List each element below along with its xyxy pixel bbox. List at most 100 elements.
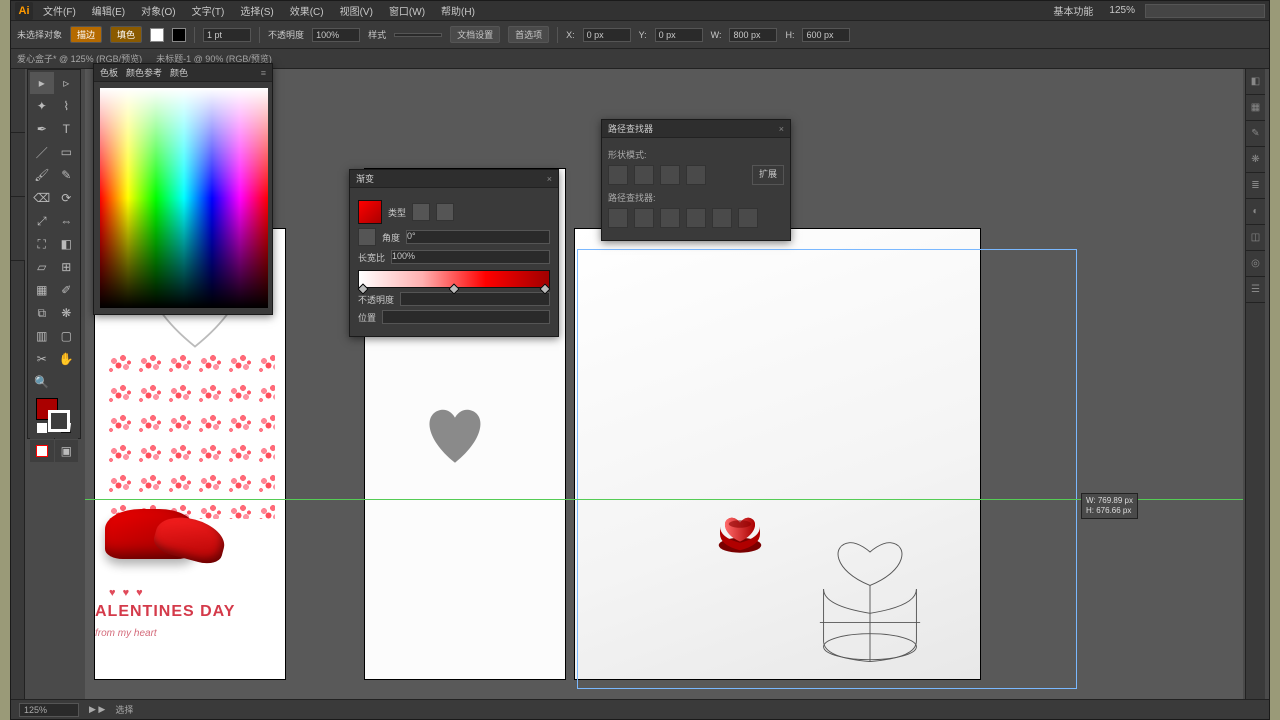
angle-field[interactable]: 0°	[406, 230, 550, 244]
dock-symbols-icon[interactable]: ❋	[1246, 147, 1265, 173]
zoom-tool[interactable]: 🔍	[30, 371, 54, 393]
fill-stroke-control[interactable]	[30, 394, 78, 440]
minus-back-icon[interactable]	[738, 208, 758, 228]
right-dock[interactable]: ◧ ▦ ✎ ❋ ≣ ◐ ◫ ◎ ☰	[1245, 69, 1265, 699]
close-icon[interactable]: ×	[779, 124, 784, 134]
outline-icon[interactable]	[712, 208, 732, 228]
expand-button[interactable]: 扩展	[752, 165, 784, 185]
rotate-tool[interactable]: ⟳	[55, 187, 79, 209]
menu-select[interactable]: 选择(S)	[234, 1, 279, 20]
dock-brushes-icon[interactable]: ✎	[1246, 121, 1265, 147]
paintbrush-tool[interactable]: 🖌	[30, 164, 54, 186]
lasso-tool[interactable]: ⌇	[55, 95, 79, 117]
menu-help[interactable]: 帮助(H)	[435, 1, 481, 20]
artboard-tool[interactable]: ▢	[55, 325, 79, 347]
pen-tool[interactable]: ✒	[30, 118, 54, 140]
color-panel[interactable]: 色板 颜色参考 颜色 ≡	[93, 63, 273, 315]
zoom-display[interactable]: 125%	[1103, 3, 1141, 18]
stop-opacity-field[interactable]	[400, 292, 550, 306]
slice-tool[interactable]: ✂	[30, 348, 54, 370]
magic-wand-tool[interactable]: ✦	[30, 95, 54, 117]
stroke-color[interactable]	[48, 410, 70, 432]
rectangle-tool[interactable]: ▭	[55, 141, 79, 163]
menu-object[interactable]: 对象(O)	[135, 1, 181, 20]
line-tool[interactable]: ／	[30, 141, 54, 163]
direct-selection-tool[interactable]: ▹	[55, 72, 79, 94]
dock-swatches-icon[interactable]: ▦	[1246, 95, 1265, 121]
close-icon[interactable]: ×	[547, 174, 552, 184]
linear-gradient-icon[interactable]	[412, 203, 430, 221]
stroke-swatch[interactable]	[172, 28, 186, 42]
workspace-label[interactable]: 基本功能	[1047, 1, 1099, 20]
merge-icon[interactable]	[660, 208, 680, 228]
none-mode-icon[interactable]	[30, 440, 54, 462]
trim-icon[interactable]	[634, 208, 654, 228]
menu-type[interactable]: 文字(T)	[186, 1, 231, 20]
divide-icon[interactable]	[608, 208, 628, 228]
menu-effect[interactable]: 效果(C)	[284, 1, 330, 20]
gradient-panel[interactable]: 渐变 × 类型 角度 0° 长宽比 100%	[349, 169, 559, 337]
menu-edit[interactable]: 编辑(E)	[86, 1, 131, 20]
gradient-slider[interactable]	[358, 270, 550, 288]
gradient-stroke-icon[interactable]	[358, 228, 376, 246]
menu-view[interactable]: 视图(V)	[334, 1, 379, 20]
menu-file[interactable]: 文件(F)	[37, 1, 82, 20]
screen-mode-icon[interactable]: ▣	[55, 440, 79, 462]
symbol-sprayer-tool[interactable]: ❋	[55, 302, 79, 324]
chip-stroke[interactable]: 描边	[70, 26, 102, 43]
gradient-tool[interactable]: ▦	[30, 279, 54, 301]
intersect-icon[interactable]	[660, 165, 680, 185]
stop-location-field[interactable]	[382, 310, 550, 324]
hand-tool[interactable]: ✋	[55, 348, 79, 370]
dock-layers-icon[interactable]: ☰	[1246, 277, 1265, 303]
type-tool[interactable]: T	[55, 118, 79, 140]
style-menu[interactable]	[394, 33, 442, 37]
zoom-field[interactable]: 125%	[19, 703, 79, 717]
pathfinder-panel[interactable]: 路径查找器 × 形状模式: 扩展 路径查找器:	[601, 119, 791, 241]
color-tab-color[interactable]: 颜色	[170, 66, 188, 79]
chip-fill[interactable]: 填色	[110, 26, 142, 43]
nav-arrows-icon[interactable]: ▶ ▶	[89, 704, 105, 715]
selection-bounding-box[interactable]	[577, 249, 1077, 689]
gradient-preview-swatch[interactable]	[358, 200, 382, 224]
panel-menu-icon[interactable]: ≡	[261, 68, 266, 78]
left-collapsed-ribbon[interactable]	[11, 69, 25, 699]
stroke-weight[interactable]: 1 pt	[203, 28, 251, 42]
width-tool[interactable]: ⇔	[55, 210, 79, 232]
y-field[interactable]: 0 px	[655, 28, 703, 42]
column-graph-tool[interactable]: ▥	[30, 325, 54, 347]
x-field[interactable]: 0 px	[583, 28, 631, 42]
radial-gradient-icon[interactable]	[436, 203, 454, 221]
eyedropper-tool[interactable]: ✐	[55, 279, 79, 301]
blend-tool[interactable]: ⧉	[30, 302, 54, 324]
w-field[interactable]: 800 px	[729, 28, 777, 42]
color-tab-swatches[interactable]: 色板	[100, 66, 118, 79]
fill-swatch[interactable]	[150, 28, 164, 42]
opacity-field[interactable]: 100%	[312, 28, 360, 42]
color-tab-guide[interactable]: 颜色参考	[126, 66, 162, 79]
dock-gradient-icon[interactable]: ◐	[1246, 199, 1265, 225]
h-field[interactable]: 600 px	[802, 28, 850, 42]
exclude-icon[interactable]	[686, 165, 706, 185]
unite-icon[interactable]	[608, 165, 628, 185]
doc-setup-button[interactable]: 文档设置	[450, 26, 500, 43]
dock-transparency-icon[interactable]: ◫	[1246, 225, 1265, 251]
dock-appearance-icon[interactable]: ◎	[1246, 251, 1265, 277]
free-transform-tool[interactable]: ⛶	[30, 233, 54, 255]
aspect-ratio-field[interactable]: 100%	[391, 250, 550, 264]
scale-tool[interactable]: ⤢	[30, 210, 54, 232]
menu-window[interactable]: 窗口(W)	[383, 1, 431, 20]
minus-front-icon[interactable]	[634, 165, 654, 185]
dock-stroke-icon[interactable]: ≣	[1246, 173, 1265, 199]
perspective-tool[interactable]: ▱	[30, 256, 54, 278]
color-spectrum[interactable]	[100, 88, 268, 308]
crop-icon[interactable]	[686, 208, 706, 228]
selection-tool[interactable]: ▸	[30, 72, 54, 94]
mesh-tool[interactable]: ⊞	[55, 256, 79, 278]
pencil-tool[interactable]: ✎	[55, 164, 79, 186]
eraser-tool[interactable]: ⌫	[30, 187, 54, 209]
prefs-button[interactable]: 首选项	[508, 26, 549, 43]
help-search[interactable]	[1145, 4, 1265, 18]
dock-color-icon[interactable]: ◧	[1246, 69, 1265, 95]
shape-builder-tool[interactable]: ◧	[55, 233, 79, 255]
